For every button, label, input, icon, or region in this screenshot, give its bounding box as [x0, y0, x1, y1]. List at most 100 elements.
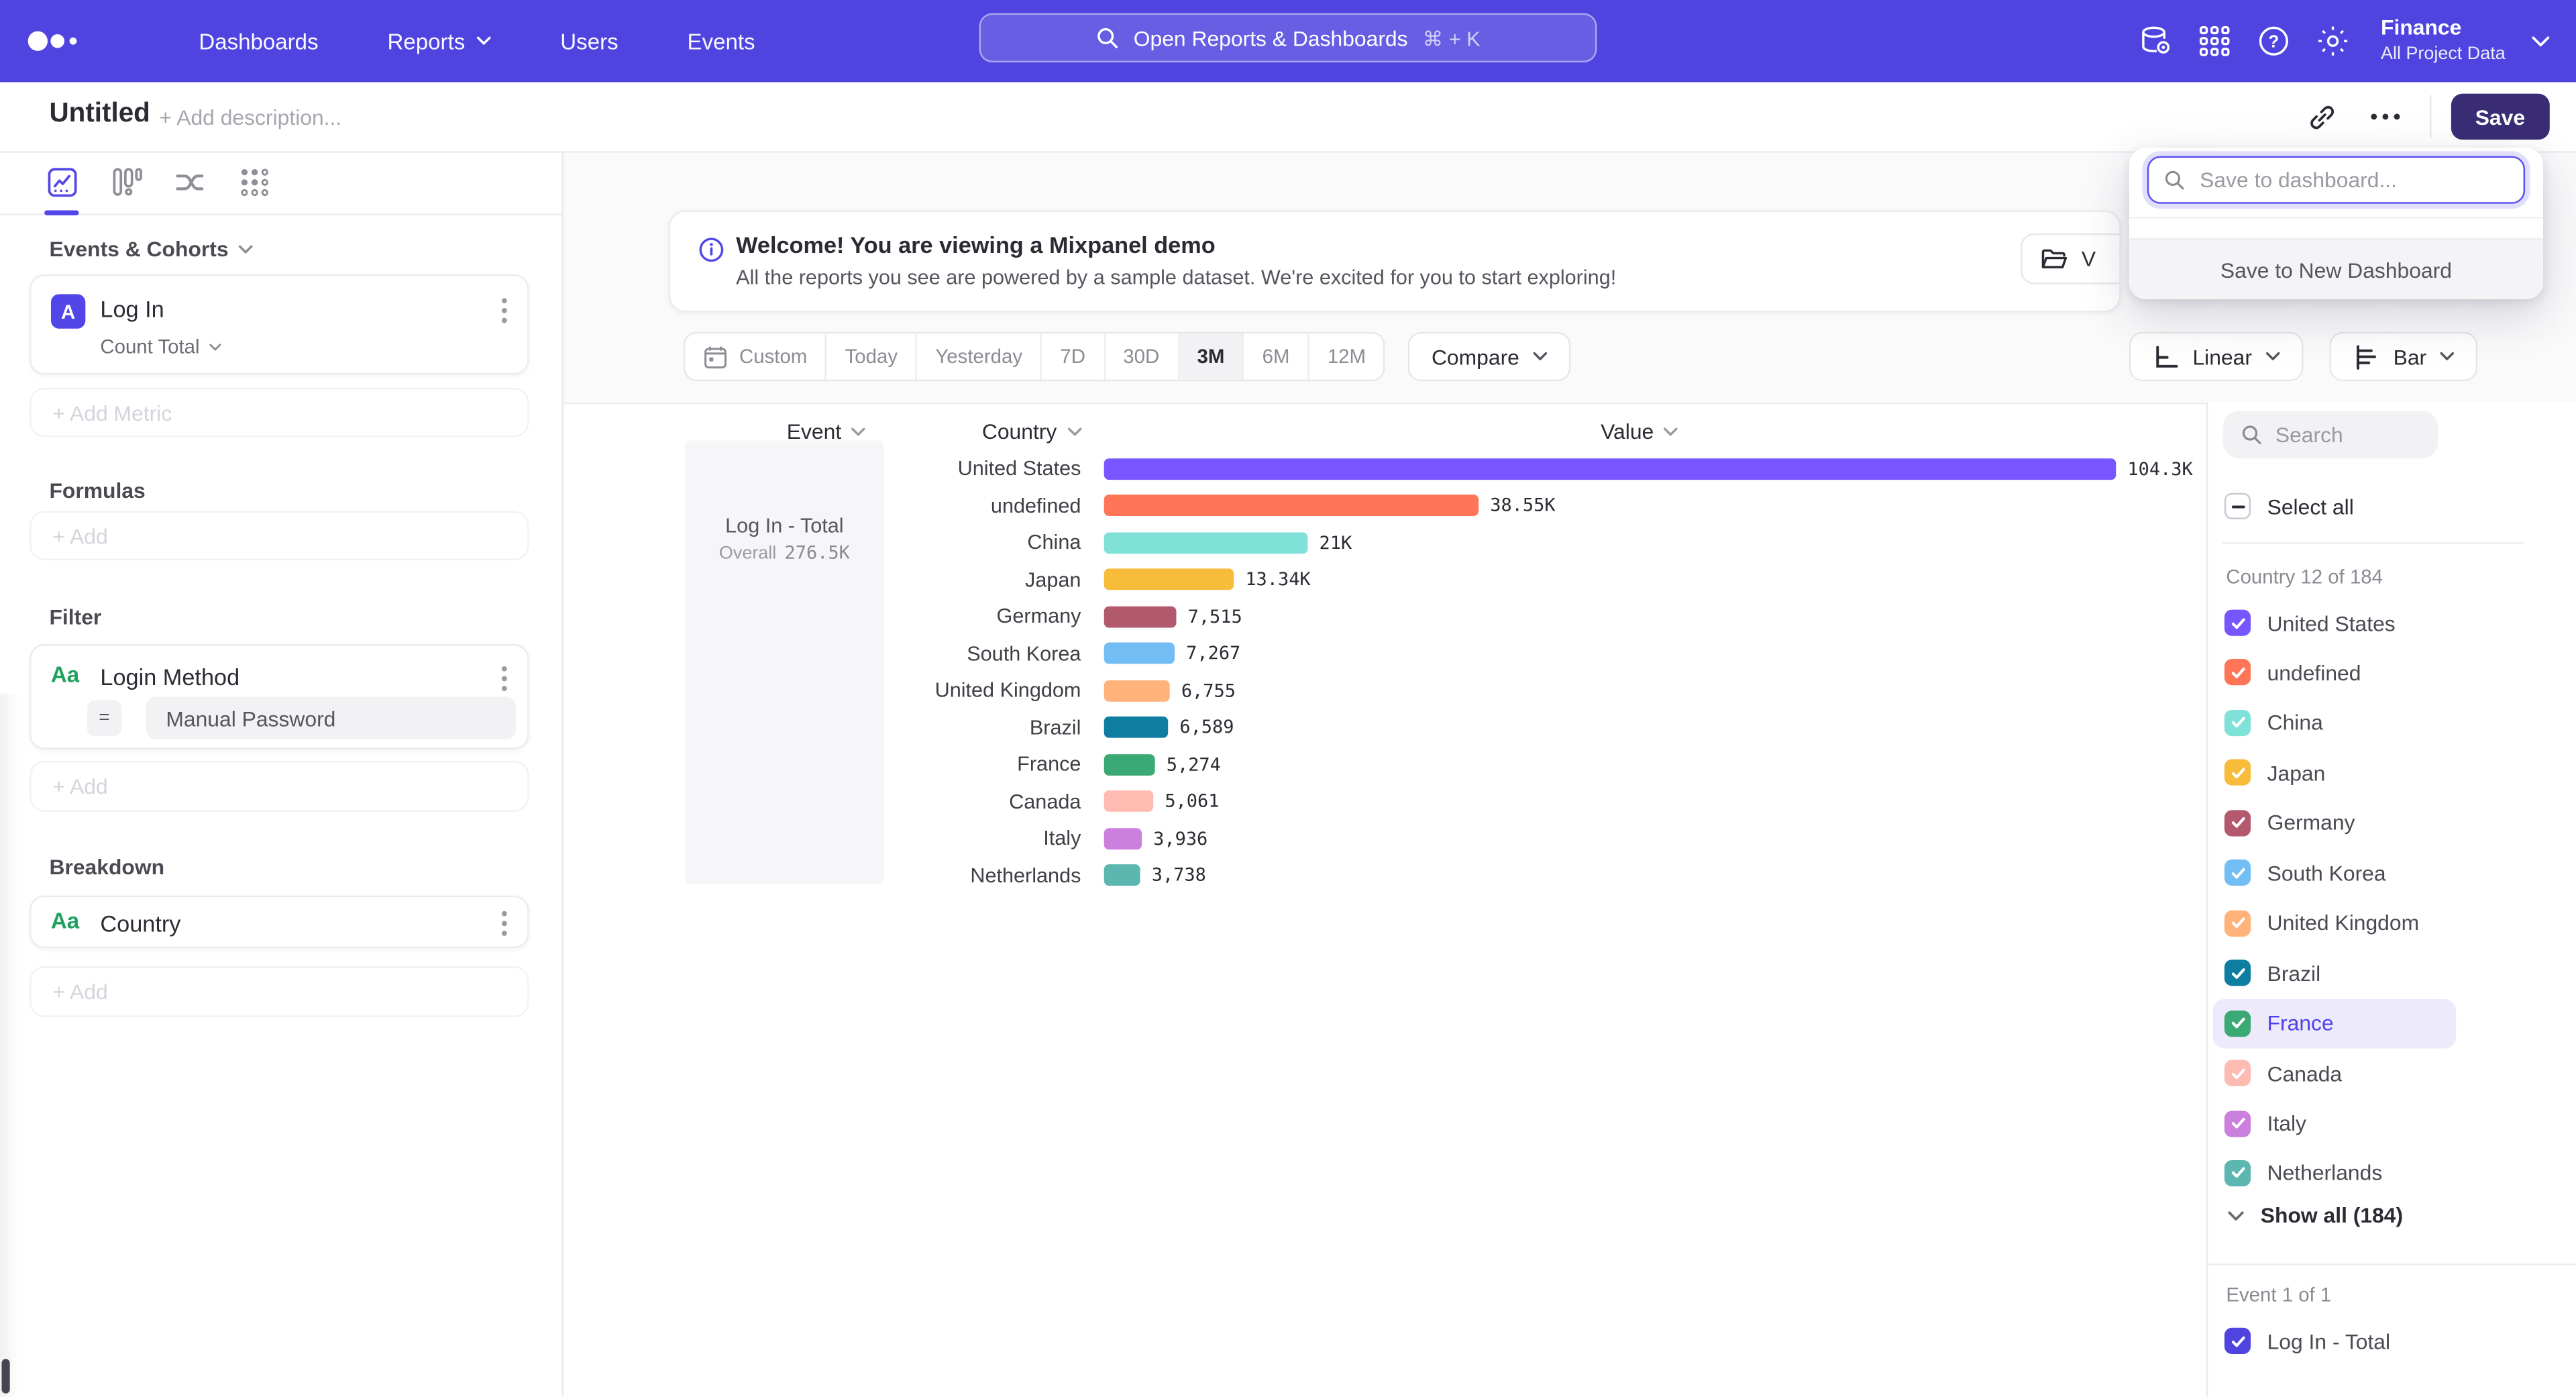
filter-property-name[interactable]: Login Method — [100, 664, 239, 690]
chart-type-button[interactable]: Bar — [2329, 332, 2477, 381]
filter-item-canada[interactable]: Canada — [2213, 1049, 2456, 1098]
filter-item-south-korea[interactable]: South Korea — [2213, 848, 2456, 897]
bar[interactable] — [1104, 458, 2116, 480]
kebab-menu-icon[interactable] — [501, 911, 508, 937]
filter-item-italy[interactable]: Italy — [2213, 1098, 2456, 1147]
events-section-label[interactable]: Events & Cohorts — [49, 237, 253, 262]
breakdown-card[interactable]: Aa Country — [30, 896, 529, 948]
save-to-new-dashboard-button[interactable]: Save to New Dashboard — [2129, 238, 2543, 299]
date-range-custom[interactable]: Custom — [685, 333, 826, 380]
bar[interactable] — [1104, 607, 1177, 628]
insights-tab-icon[interactable] — [40, 150, 84, 215]
filter-card[interactable]: Aa Login Method = Manual Password — [30, 644, 529, 749]
date-range-3m[interactable]: 3M — [1179, 333, 1244, 380]
more-options-icon[interactable] — [2360, 94, 2409, 140]
metric-aggregation[interactable]: Count Total — [100, 335, 221, 358]
bar[interactable] — [1104, 865, 1140, 886]
scale-selector-button[interactable]: Linear — [2129, 332, 2303, 381]
filter-item-japan[interactable]: Japan — [2213, 748, 2456, 797]
filter-checkbox[interactable] — [2224, 1060, 2251, 1086]
report-title[interactable]: Untitled — [49, 99, 150, 130]
filter-item-united-kingdom[interactable]: United Kingdom — [2213, 898, 2456, 947]
date-range-today[interactable]: Today — [827, 333, 918, 380]
filter-checkbox[interactable] — [2224, 710, 2251, 736]
series-search-input[interactable]: Search — [2222, 411, 2438, 458]
add-formula-button[interactable]: + Add — [30, 511, 529, 560]
filter-checkbox[interactable] — [2224, 1110, 2251, 1136]
add-metric-button[interactable]: + Add Metric — [30, 388, 529, 437]
apps-grid-icon[interactable] — [2190, 16, 2239, 65]
bar-label: South Korea — [564, 642, 1081, 665]
date-range-7d[interactable]: 7D — [1042, 333, 1105, 380]
text-property-icon: Aa — [51, 662, 79, 687]
flows-tab-icon[interactable] — [168, 150, 212, 215]
bar[interactable] — [1104, 569, 1234, 590]
global-search-button[interactable]: Open Reports & Dashboards ⌘ + K — [979, 13, 1597, 62]
filter-item-label: undefined — [2267, 660, 2361, 685]
bar[interactable] — [1104, 495, 1479, 517]
filter-value[interactable]: Manual Password — [146, 696, 516, 739]
project-switcher[interactable]: Finance All Project Data — [2381, 15, 2506, 66]
kebab-menu-icon[interactable] — [501, 297, 508, 323]
scrollbar-thumb[interactable] — [1, 1359, 9, 1393]
filter-checkbox[interactable] — [2224, 1010, 2251, 1036]
save-button[interactable]: Save — [2451, 94, 2550, 140]
data-management-icon[interactable] — [2131, 16, 2180, 65]
bar[interactable] — [1104, 680, 1170, 702]
show-all-button[interactable]: Show all (184) — [2228, 1203, 2403, 1228]
dashboard-search-field[interactable] — [2147, 156, 2525, 204]
filter-item-brazil[interactable]: Brazil — [2213, 948, 2456, 997]
add-breakdown-button[interactable]: + Add — [30, 966, 529, 1017]
bar[interactable] — [1104, 754, 1155, 776]
kebab-menu-icon[interactable] — [501, 666, 508, 692]
add-description-button[interactable]: + Add description... — [160, 105, 342, 130]
filter-item-undefined[interactable]: undefined — [2213, 648, 2456, 697]
date-range-6m[interactable]: 6M — [1244, 333, 1309, 380]
event-filter-item[interactable]: Log In - Total — [2213, 1316, 2456, 1365]
retention-tab-icon[interactable] — [231, 150, 276, 215]
date-range-yesterday[interactable]: Yesterday — [917, 333, 1042, 380]
metric-card[interactable]: A Log In Count Total — [30, 274, 529, 374]
filter-checkbox[interactable] — [2224, 860, 2251, 886]
filter-item-germany[interactable]: Germany — [2213, 798, 2456, 847]
filter-checkbox[interactable] — [2224, 810, 2251, 836]
bar[interactable] — [1104, 532, 1308, 554]
select-all-row[interactable]: Select all — [2224, 493, 2354, 519]
funnels-tab-icon[interactable] — [103, 150, 148, 215]
filter-item-france[interactable]: France — [2213, 998, 2456, 1047]
event-checkbox[interactable] — [2224, 1328, 2251, 1354]
bar-label: Brazil — [564, 717, 1081, 739]
dashboard-search-input[interactable] — [2196, 166, 2508, 194]
bar[interactable] — [1104, 791, 1153, 813]
filter-checkbox[interactable] — [2224, 760, 2251, 786]
view-dataset-button[interactable]: V — [2021, 234, 2121, 284]
nav-item-users[interactable]: Users — [526, 0, 653, 82]
breakdown-property-name[interactable]: Country — [100, 911, 180, 937]
filter-item-united-states[interactable]: United States — [2213, 598, 2456, 647]
nav-item-dashboards[interactable]: Dashboards — [164, 0, 353, 82]
filter-checkbox[interactable] — [2224, 610, 2251, 636]
mixpanel-logo-icon[interactable] — [26, 0, 82, 82]
date-range-12m[interactable]: 12M — [1309, 333, 1384, 380]
settings-gear-icon[interactable] — [2308, 16, 2357, 65]
filter-item-netherlands[interactable]: Netherlands — [2213, 1149, 2456, 1198]
filter-checkbox[interactable] — [2224, 960, 2251, 986]
add-filter-button[interactable]: + Add — [30, 761, 529, 812]
filter-checkbox[interactable] — [2224, 910, 2251, 936]
bar[interactable] — [1104, 643, 1175, 665]
filter-checkbox[interactable] — [2224, 1160, 2251, 1186]
compare-button[interactable]: Compare — [1409, 332, 1570, 381]
bar[interactable] — [1104, 828, 1142, 849]
nav-item-reports[interactable]: Reports — [353, 0, 526, 82]
copy-link-icon[interactable] — [2298, 94, 2347, 140]
filter-operator[interactable]: = — [87, 700, 121, 736]
metric-badge: A — [51, 294, 85, 328]
filter-item-china[interactable]: China — [2213, 698, 2456, 747]
filter-checkbox[interactable] — [2224, 660, 2251, 686]
nav-item-events[interactable]: Events — [653, 0, 790, 82]
metric-event-name[interactable]: Log In — [100, 296, 164, 322]
select-all-checkbox[interactable] — [2224, 493, 2251, 519]
date-range-30d[interactable]: 30D — [1105, 333, 1179, 380]
help-icon[interactable]: ? — [2249, 16, 2298, 65]
bar[interactable] — [1104, 717, 1169, 739]
